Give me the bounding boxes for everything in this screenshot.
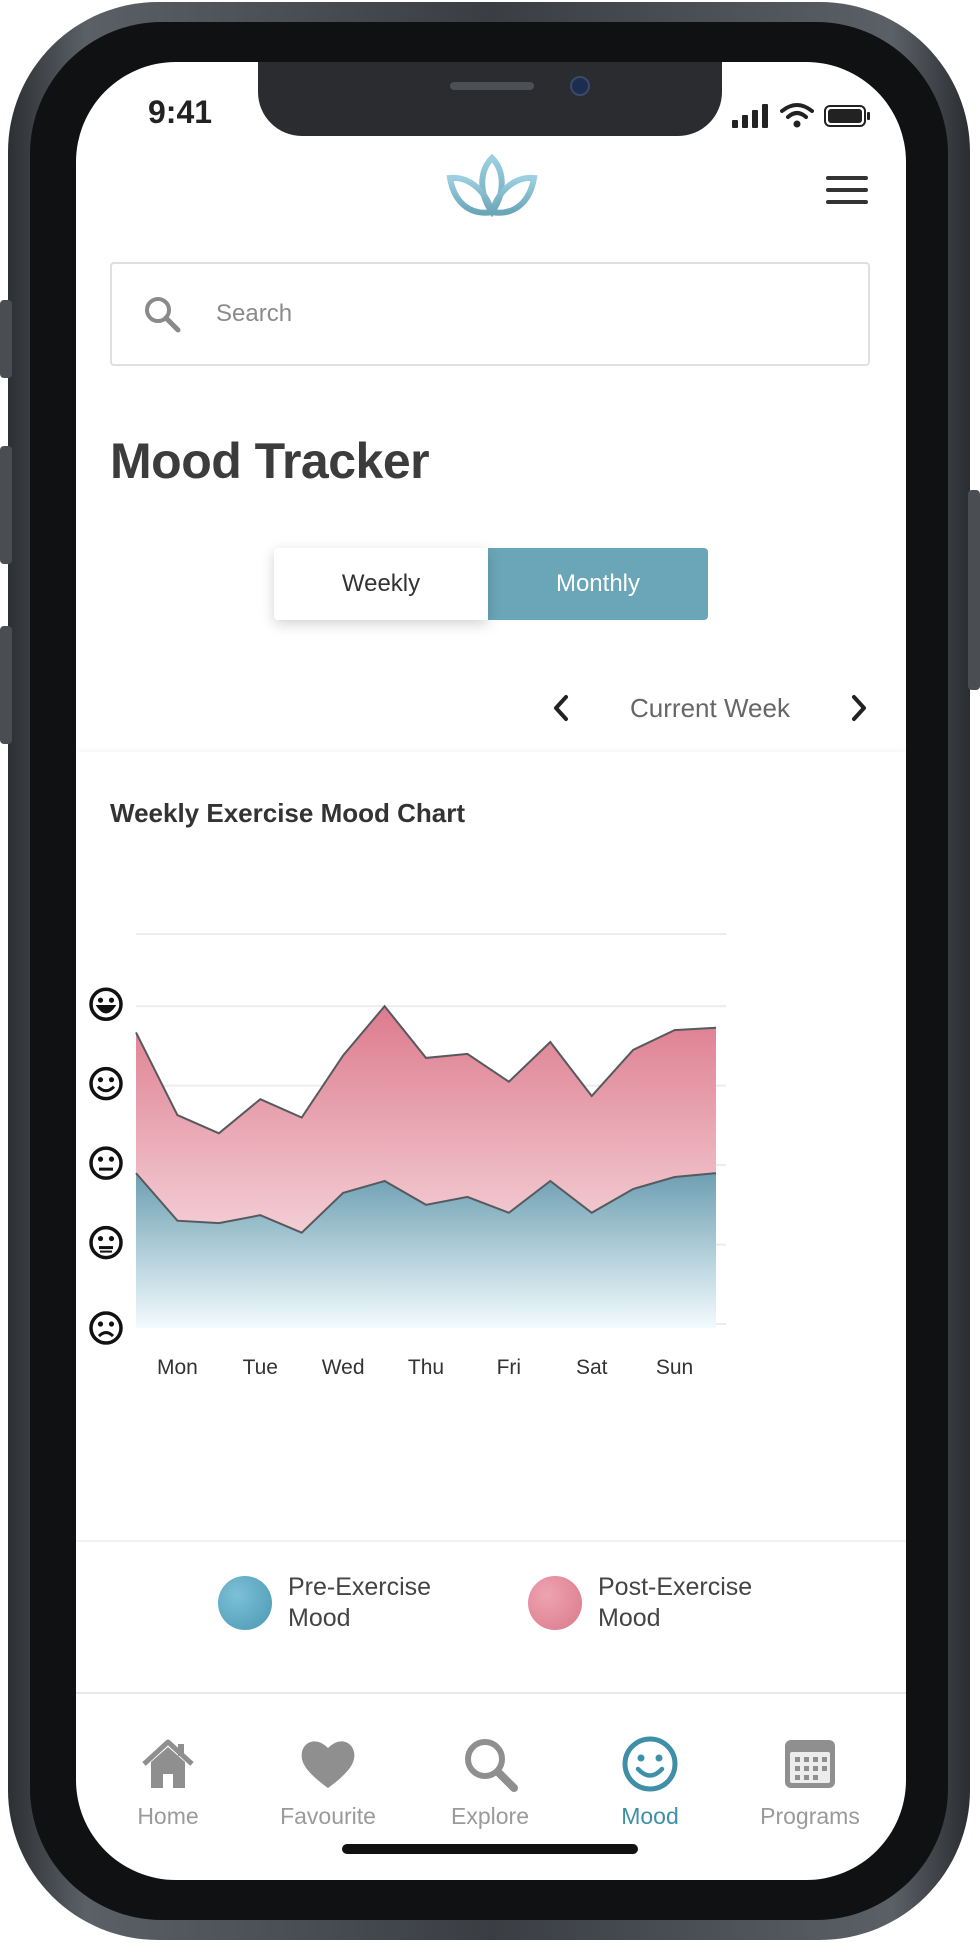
search-placeholder: Search	[216, 300, 293, 327]
side-button-volume-down	[0, 626, 12, 744]
tabbar-divider	[76, 1692, 906, 1694]
tab-label-mood: Mood	[621, 1803, 679, 1829]
x-tick-label: Thu	[408, 1356, 444, 1379]
tab-explore[interactable]: Explore	[410, 1698, 570, 1829]
hamburger-menu-icon[interactable]	[826, 176, 868, 206]
legend-item-post: Post-Exercise Mood	[528, 1572, 768, 1634]
wifi-icon	[780, 103, 814, 128]
lotus-logo-icon	[442, 152, 542, 232]
chevron-right-icon[interactable]	[848, 693, 870, 723]
calendar-icon	[785, 1740, 835, 1788]
search-icon	[465, 1739, 518, 1792]
search-icon	[145, 297, 181, 333]
happy-face-icon	[89, 1066, 123, 1101]
notch	[258, 62, 722, 136]
tab-programs[interactable]: Programs	[730, 1698, 890, 1829]
x-tick-label: Tue	[243, 1356, 278, 1379]
legend-label-post: Post-Exercise Mood	[598, 1573, 753, 1632]
monthly-toggle-button[interactable]: Monthly	[488, 548, 708, 620]
tab-favourite[interactable]: Favourite	[248, 1698, 408, 1829]
app-screen: 9:41 Search Mood Tracker Weekly Monthly …	[76, 62, 906, 1880]
chart-title: Weekly Exercise Mood Chart	[110, 798, 465, 828]
bottom-tab-bar: Home Favourite Explore Mood Programs	[76, 1698, 906, 1829]
legend-dot-post	[528, 1576, 582, 1630]
home-icon	[142, 1739, 194, 1788]
very-sad-face-icon	[89, 1311, 123, 1345]
side-button-volume-up	[0, 446, 12, 564]
chart-divider	[76, 1540, 906, 1542]
heart-icon	[301, 1741, 355, 1788]
weekly-toggle-button[interactable]: Weekly	[274, 548, 488, 620]
status-time: 9:41	[148, 94, 213, 130]
tab-home[interactable]: Home	[88, 1698, 248, 1829]
tab-label-explore: Explore	[451, 1803, 529, 1829]
search-input[interactable]: Search	[110, 262, 870, 366]
battery-icon	[824, 105, 870, 127]
x-tick-label: Sun	[656, 1356, 693, 1379]
smiley-icon	[622, 1736, 678, 1792]
speaker	[450, 82, 534, 90]
home-indicator	[342, 1844, 638, 1854]
x-tick-label: Mon	[157, 1356, 198, 1379]
neutral-face-icon	[89, 1146, 123, 1180]
chart-legend: Pre-Exercise Mood Post-Exercise Mood	[76, 1572, 906, 1662]
very-happy-face-icon	[89, 987, 123, 1021]
legend-item-pre: Pre-Exercise Mood	[218, 1572, 458, 1634]
legend-dot-pre	[218, 1576, 272, 1630]
chevron-left-icon[interactable]	[550, 693, 572, 723]
signal-icon	[732, 104, 768, 128]
tab-mood[interactable]: Mood	[570, 1698, 730, 1829]
side-button-silent	[0, 300, 12, 378]
tab-label-home: Home	[137, 1803, 199, 1829]
tab-label-favourite: Favourite	[280, 1803, 376, 1829]
x-tick-label: Wed	[322, 1356, 365, 1379]
x-tick-label: Sat	[576, 1356, 608, 1379]
page-title: Mood Tracker	[110, 433, 430, 489]
mood-area-chart: Mon Tue Wed Thu Fri Sat Sun	[89, 933, 726, 1379]
current-week-label: Current Week	[630, 692, 790, 723]
period-toggle: Weekly Monthly	[274, 548, 708, 620]
sad-face-icon	[89, 1225, 123, 1260]
week-navigator: Current Week	[550, 688, 870, 728]
side-button-power	[968, 490, 980, 690]
camera	[570, 76, 590, 96]
tab-label-programs: Programs	[760, 1803, 860, 1829]
x-tick-label: Fri	[497, 1356, 522, 1379]
status-icons	[732, 102, 872, 128]
legend-label-pre: Pre-Exercise Mood	[288, 1573, 432, 1632]
